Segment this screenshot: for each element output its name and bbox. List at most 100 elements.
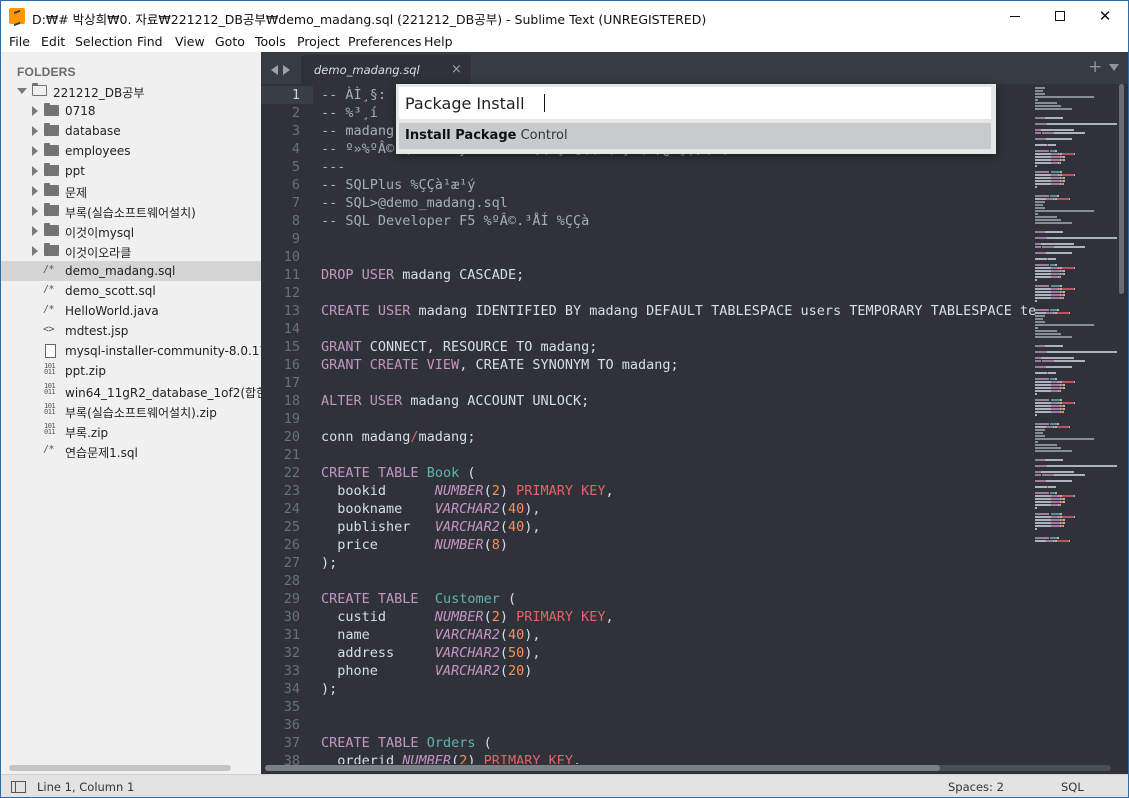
menu-goto[interactable]: Goto <box>215 31 245 49</box>
vertical-scrollbar[interactable] <box>1119 84 1124 759</box>
tree-folder[interactable]: 이것이mysql <box>1 221 261 241</box>
minimap-line <box>1063 411 1064 413</box>
indentation-setting[interactable]: Spaces: 2 <box>948 780 1004 794</box>
minimap[interactable] <box>1033 84 1119 764</box>
menu-tools[interactable]: Tools <box>255 31 286 49</box>
code-token: ( <box>475 735 492 751</box>
menu-project[interactable]: Project <box>297 31 340 49</box>
tab-right-arrow-icon[interactable] <box>283 65 290 75</box>
code-token: ) <box>467 753 484 764</box>
menu-file[interactable]: File <box>9 31 30 49</box>
toggle-panel-icon[interactable] <box>11 781 26 793</box>
minimap-line <box>1035 165 1037 167</box>
line-number: 10 <box>283 249 300 265</box>
chevron-down-icon[interactable] <box>17 88 27 94</box>
chevron-right-icon[interactable] <box>32 166 38 176</box>
minimap-line <box>1051 384 1060 386</box>
chevron-right-icon[interactable] <box>32 146 38 156</box>
minimap-line <box>1035 207 1045 209</box>
code-token: Orders <box>426 735 476 751</box>
minimap-line <box>1063 387 1065 389</box>
tree-folder[interactable]: 문제 <box>1 181 261 201</box>
tree-folder[interactable]: employees <box>1 141 261 161</box>
menu-edit[interactable]: Edit <box>41 31 65 49</box>
minimap-line <box>1035 264 1049 266</box>
syntax-selector[interactable]: SQL <box>1061 780 1084 794</box>
minimize-button[interactable] <box>992 1 1038 31</box>
code-token: Book <box>426 465 460 481</box>
minimap-line <box>1051 153 1058 155</box>
tab-close-icon[interactable]: × <box>451 62 462 77</box>
menu-find[interactable]: Find <box>137 31 163 49</box>
tree-folder[interactable]: 이것이오라클 <box>1 241 261 261</box>
minimap-line <box>1051 276 1058 278</box>
horizontal-scrollbar[interactable] <box>265 765 1111 771</box>
tree-file[interactable]: /* demo_scott.sql <box>1 281 261 301</box>
horizontal-scroll-thumb[interactable] <box>265 765 940 771</box>
tree-file[interactable]: 101 011 win64_11gR2_database_1of2(합한것). <box>1 381 261 401</box>
tree-file[interactable]: <> mdtest.jsp <box>1 321 261 341</box>
code-token: , <box>605 609 614 625</box>
minimap-line <box>1035 204 1043 206</box>
chevron-right-icon[interactable] <box>32 206 38 216</box>
chevron-right-icon[interactable] <box>32 126 38 136</box>
minimap-line <box>1048 144 1056 146</box>
code-token: madang IDENTIFIED BY madang DEFAULT TABL… <box>410 303 1036 319</box>
code-token: price <box>321 537 435 553</box>
minimap-line <box>1046 252 1072 254</box>
chevron-down-icon[interactable] <box>1109 64 1119 71</box>
tree-folder[interactable]: database <box>1 121 261 141</box>
tree-label: HelloWorld.java <box>65 304 159 318</box>
tree-file[interactable]: 101 011 부록.zip <box>1 421 261 441</box>
menu-preferences[interactable]: Preferences <box>348 31 422 49</box>
minimap-line <box>1050 423 1057 425</box>
tab-demo-madang[interactable]: demo_madang.sql × <box>301 55 471 84</box>
maximize-button[interactable] <box>1037 1 1083 31</box>
command-palette-input[interactable] <box>399 87 991 119</box>
tree-file[interactable]: mysql-installer-community-8.0.17.0.m <box>1 341 261 361</box>
tree-file[interactable]: /* HelloWorld.java <box>1 301 261 321</box>
chevron-right-icon[interactable] <box>32 246 38 256</box>
code-line: CREATE TABLE Customer ( <box>321 590 516 608</box>
chevron-right-icon[interactable] <box>32 186 38 196</box>
tree-root-folder[interactable]: 221212_DB공부 <box>1 81 261 101</box>
sidebar-horizontal-scrollbar[interactable] <box>9 765 231 771</box>
new-tab-plus-icon[interactable]: + <box>1088 57 1102 77</box>
minimap-line <box>1047 123 1117 125</box>
code-view[interactable]: -- ÀÌ¸§: -- %³¸í-- madang-- º»%ºÂ© ¼ö ¹ø… <box>321 84 1036 764</box>
sql-file-icon: /* <box>43 444 55 455</box>
tree-label: 이것이mysql <box>65 226 135 240</box>
minimap-line <box>1055 264 1057 266</box>
tree-folder[interactable]: 0718 <box>1 101 261 121</box>
tree-folder[interactable]: ppt <box>1 161 261 181</box>
chevron-right-icon[interactable] <box>32 106 38 116</box>
minimize-icon <box>1010 15 1020 17</box>
tree-file[interactable]: 101 011 ppt.zip <box>1 361 261 381</box>
tree-file[interactable]: /* demo_madang.sql <box>1 261 261 281</box>
close-button[interactable]: ✕ <box>1082 1 1128 31</box>
minimap-line <box>1035 378 1049 380</box>
tree-folder[interactable]: 부록(실습소프트웨어설치) <box>1 201 261 221</box>
minimap-line <box>1050 309 1057 311</box>
minimap-line <box>1035 321 1045 323</box>
chevron-right-icon[interactable] <box>32 226 38 236</box>
tab-left-arrow-icon[interactable] <box>271 65 278 75</box>
command-palette-result[interactable]: Install Package Control <box>399 123 991 149</box>
tree-file[interactable]: /* 연습문제1.sql <box>1 441 261 461</box>
minimap-line <box>1046 312 1053 314</box>
minimap-line <box>1035 465 1047 467</box>
menu-view[interactable]: View <box>175 31 205 49</box>
tree-file[interactable]: 101 011 부록(실습소프트웨어설치).zip <box>1 401 261 421</box>
code-token: NUMBER <box>434 483 484 499</box>
code-token: ( <box>499 501 508 517</box>
minimap-line <box>1035 87 1045 89</box>
code-line: custid NUMBER(2) PRIMARY KEY, <box>321 608 614 626</box>
minimap-line <box>1035 441 1038 443</box>
menu-selection[interactable]: Selection <box>75 31 133 49</box>
minimap-line <box>1035 297 1051 299</box>
menu-help[interactable]: Help <box>424 31 453 49</box>
minimap-line <box>1062 381 1074 383</box>
code-line: ); <box>321 554 337 572</box>
vertical-scroll-thumb[interactable] <box>1119 84 1124 294</box>
